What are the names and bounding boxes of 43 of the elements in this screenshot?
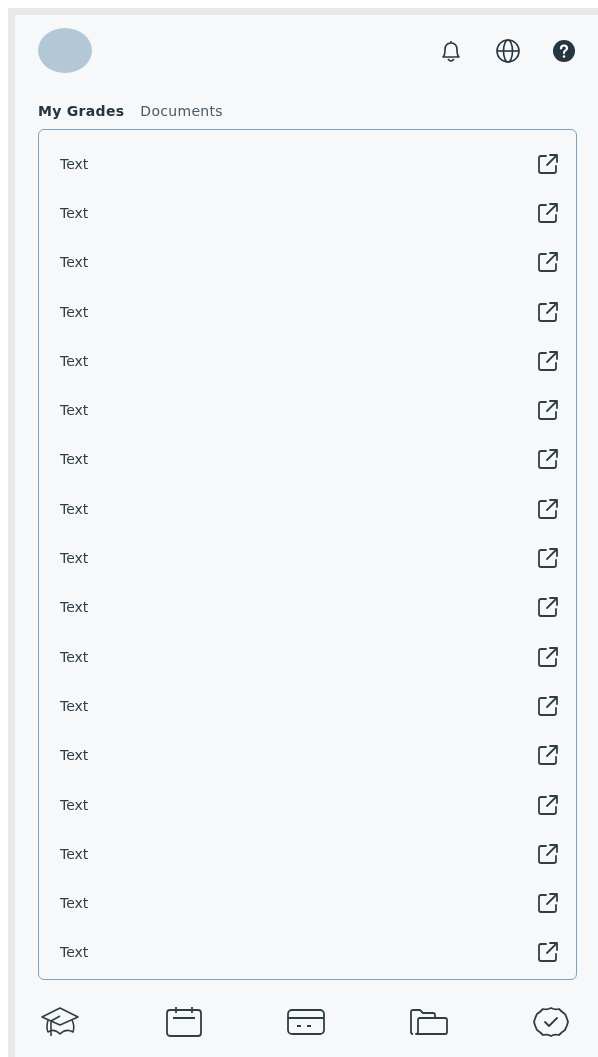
external-link-icon[interactable] bbox=[537, 645, 559, 668]
row-label: Text bbox=[60, 648, 89, 665]
row-label: Text bbox=[60, 155, 89, 172]
globe-icon[interactable] bbox=[495, 37, 521, 64]
external-link-icon[interactable] bbox=[537, 793, 559, 816]
row-label: Text bbox=[60, 796, 89, 813]
calendar-icon[interactable] bbox=[164, 1006, 203, 1038]
folder-icon[interactable] bbox=[409, 1009, 448, 1035]
external-link-icon[interactable] bbox=[537, 547, 559, 569]
row-label: Text bbox=[60, 204, 89, 221]
help-icon[interactable] bbox=[553, 39, 575, 62]
row-label: Text bbox=[60, 451, 89, 468]
row-label: Text bbox=[60, 402, 89, 419]
external-link-icon[interactable] bbox=[537, 744, 559, 767]
external-link-icon[interactable] bbox=[537, 399, 559, 422]
row-label: Text bbox=[60, 895, 89, 912]
external-link-icon[interactable] bbox=[537, 497, 559, 520]
row-label: Text bbox=[60, 845, 89, 862]
row-label: Text bbox=[60, 697, 89, 714]
external-link-icon[interactable] bbox=[537, 300, 559, 323]
row-label: Text bbox=[60, 599, 89, 616]
external-link-icon[interactable] bbox=[537, 596, 559, 619]
external-link-icon[interactable] bbox=[537, 892, 559, 915]
badge-check-icon[interactable] bbox=[532, 1006, 570, 1038]
row-label: Text bbox=[60, 550, 89, 566]
external-link-icon[interactable] bbox=[537, 349, 559, 372]
tab[interactable]: Documents bbox=[140, 103, 223, 119]
row-label: Text bbox=[60, 352, 89, 369]
row-label: Text bbox=[60, 500, 89, 517]
external-link-icon[interactable] bbox=[537, 251, 559, 274]
tab[interactable]: My Grades bbox=[38, 103, 125, 119]
external-link-icon[interactable] bbox=[537, 201, 559, 224]
external-link-icon[interactable] bbox=[537, 842, 559, 865]
external-link-icon[interactable] bbox=[537, 941, 559, 964]
graduation-cap-icon[interactable] bbox=[40, 1006, 80, 1038]
card-icon[interactable] bbox=[287, 1009, 325, 1035]
row-label: Text bbox=[60, 303, 89, 320]
external-link-icon[interactable] bbox=[537, 448, 559, 471]
row-label: Text bbox=[60, 254, 89, 271]
row-label: Text bbox=[60, 944, 89, 961]
external-link-icon[interactable] bbox=[537, 152, 559, 175]
external-link-icon[interactable] bbox=[537, 694, 559, 717]
row-label: Text bbox=[60, 747, 89, 764]
